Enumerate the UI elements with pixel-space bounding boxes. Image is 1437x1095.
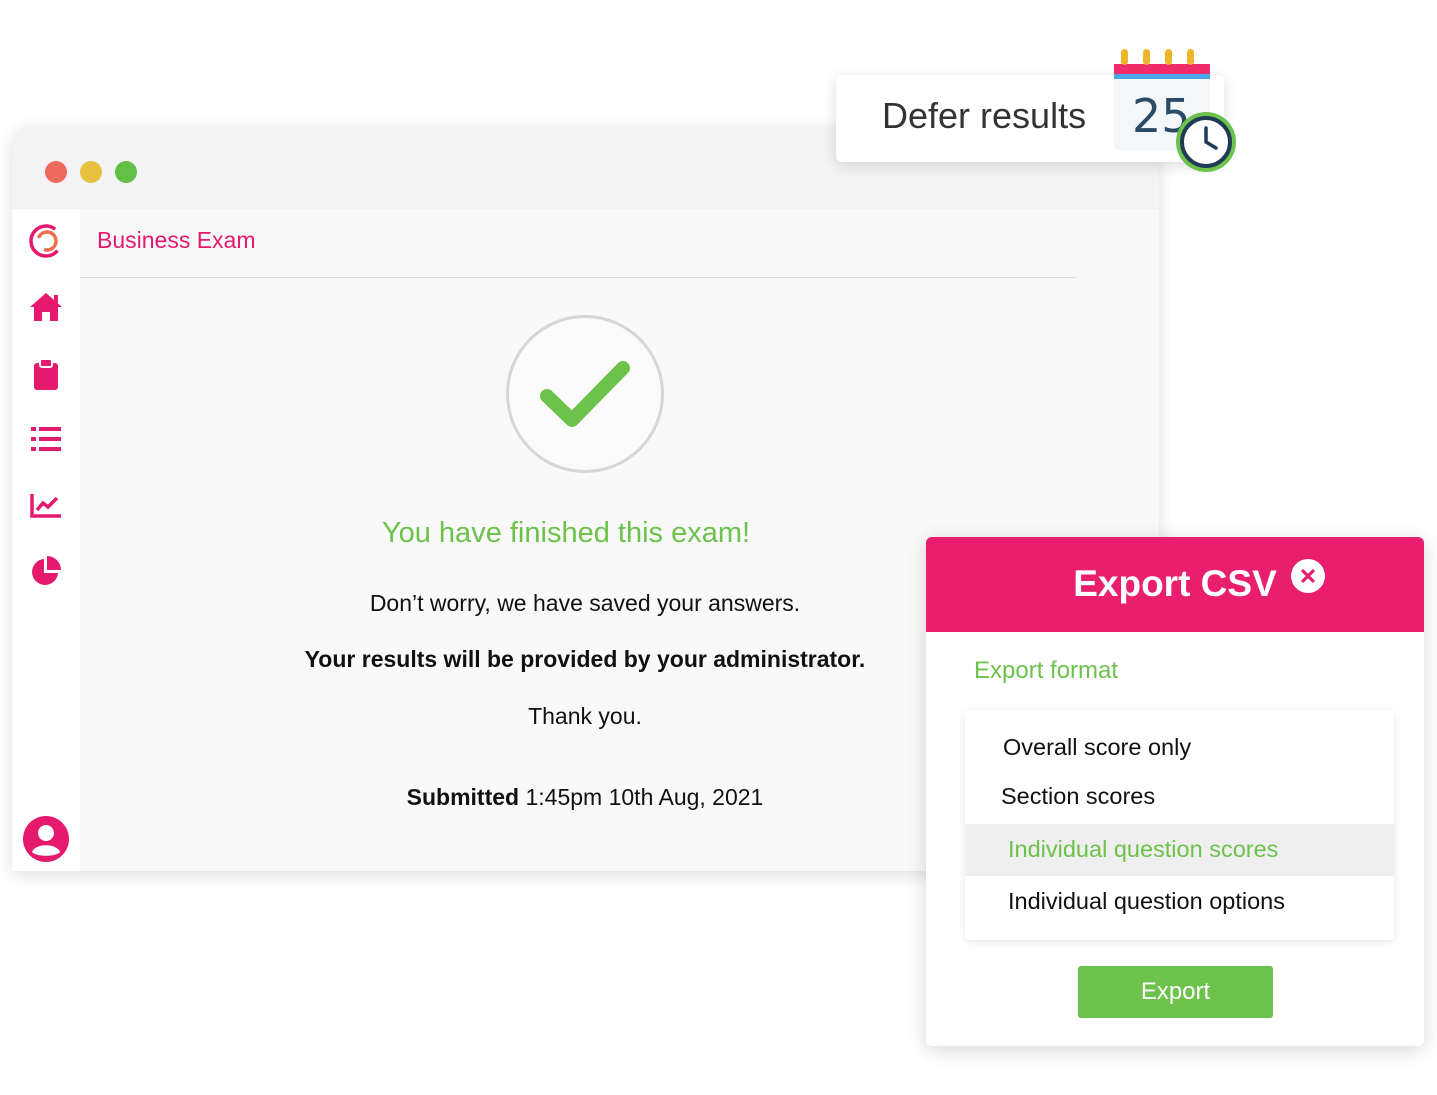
submitted-value: 1:45pm 10th Aug, 2021 [525,784,764,810]
line-chart-icon[interactable] [26,485,66,525]
clipboard-icon[interactable] [26,354,66,394]
checkmark-icon [540,361,630,427]
calendar-clock-icon: 25 [1108,44,1240,176]
window-maximize-dot[interactable] [115,161,137,183]
window-close-dot[interactable] [45,161,67,183]
home-icon[interactable] [26,287,66,327]
option-individual-question-scores[interactable]: Individual question scores [965,824,1394,876]
submitted-label: Submitted [406,784,520,810]
defer-results-label: Defer results [882,95,1087,136]
user-avatar-icon[interactable] [22,815,70,863]
pie-chart-icon[interactable] [26,551,66,591]
exam-title: Business Exam [97,227,256,253]
option-overall-score[interactable]: Overall score only [965,722,1394,774]
brand-logo-icon[interactable] [26,221,66,261]
export-format-list: Overall score only Section scores Indivi… [965,710,1394,940]
option-individual-question-options[interactable]: Individual question options [965,876,1394,928]
export-format-label: Export format [974,657,1119,684]
close-icon [1301,569,1315,583]
finished-title: You have finished this exam! [381,517,751,549]
sidebar [12,209,80,871]
modal-title: Export CSV [1073,563,1277,604]
modal-header: Export CSV [926,537,1424,632]
list-icon[interactable] [26,419,66,459]
export-button[interactable]: Export [1078,966,1273,1018]
option-section-scores[interactable]: Section scores [965,771,1394,823]
export-csv-modal: Export CSV Export format Overall score o… [926,537,1424,1046]
success-badge [506,315,664,473]
window-minimize-dot[interactable] [80,161,102,183]
close-button[interactable] [1291,559,1325,593]
header-divider [80,277,1076,278]
